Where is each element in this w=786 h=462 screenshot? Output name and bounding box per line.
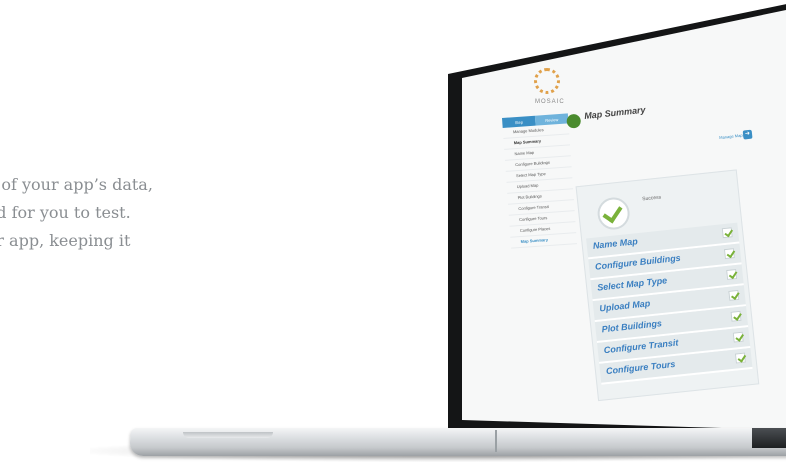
step-label: Configure Tours: [605, 358, 676, 377]
checkbox-checked-icon: [721, 227, 733, 239]
step-label: Select Map Type: [596, 275, 668, 293]
page-title: Map Summary: [583, 104, 646, 122]
step-label: Configure Transit: [603, 337, 679, 356]
checkbox-checked-icon: [728, 289, 740, 301]
success-title: Success: [641, 194, 662, 203]
checkbox-checked-icon: [723, 248, 735, 260]
success-box: Success Name Map Configure Buildings Sel…: [575, 169, 760, 402]
marketing-copy: ll of your app’s data, ild for you to te…: [0, 171, 153, 255]
success-check-icon: [596, 195, 632, 232]
laptop-notch: [183, 432, 273, 438]
laptop-hinge-seam: [495, 430, 497, 452]
mosaic-logo-icon[interactable]: [534, 68, 560, 94]
marketing-line-3: ur app, keeping it: [0, 231, 131, 250]
map-summary-icon: [566, 113, 582, 129]
logo-text: MOSAIC: [535, 99, 565, 105]
step-label: Upload Map: [598, 298, 651, 314]
arrow-icon[interactable]: ➜: [742, 129, 753, 140]
manage-maps-button[interactable]: Manage Maps: [719, 132, 745, 140]
marketing-line-1: ll of your app’s data,: [0, 175, 153, 194]
checkbox-checked-icon: [732, 331, 744, 343]
checkbox-checked-icon: [730, 310, 742, 322]
sidebar: Step Review Manage Modules Map Summary N…: [502, 113, 577, 249]
step-label: Name Map: [592, 236, 639, 251]
laptop-edge: [752, 428, 786, 448]
map-summary-panel: Map Summary Manage Maps ➜ Success Name M…: [565, 81, 786, 403]
checkbox-checked-icon: [734, 352, 746, 364]
step-label: Plot Buildings: [601, 318, 663, 335]
checkbox-checked-icon: [726, 269, 738, 281]
marketing-line-2: ild for you to test.: [0, 203, 131, 222]
